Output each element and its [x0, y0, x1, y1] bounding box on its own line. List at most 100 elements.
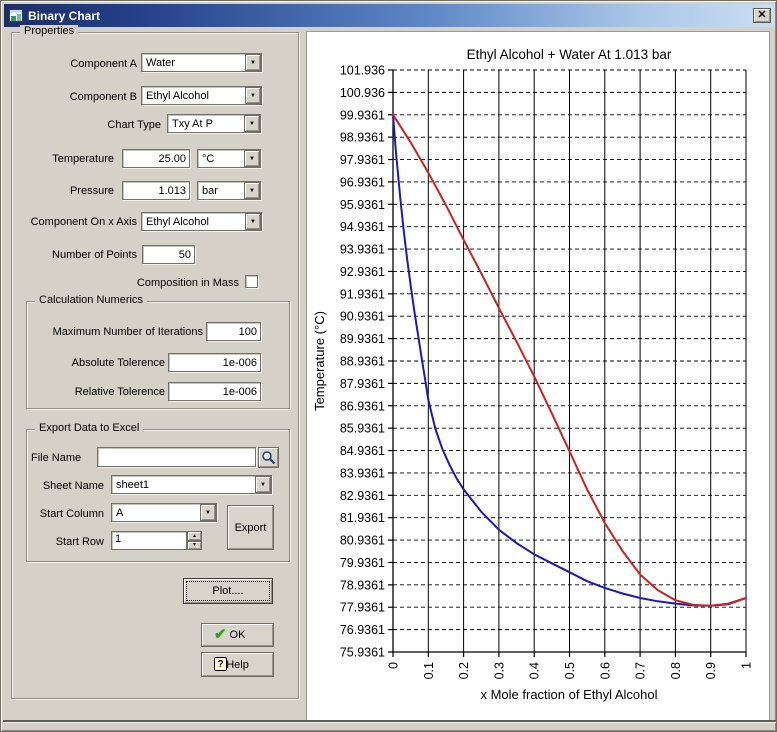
y-tick-label: 92.9361: [340, 265, 385, 279]
number-of-points-label: Number of Points: [21, 249, 137, 261]
start-column-value: A: [112, 507, 200, 519]
y-tick-label: 82.9361: [340, 489, 385, 503]
chevron-down-icon[interactable]: ▼: [255, 476, 271, 493]
check-icon: ✔: [214, 625, 227, 643]
chevron-glyph: ▼: [250, 219, 256, 225]
y-tick-label: 84.9361: [340, 444, 385, 458]
spin-down-icon[interactable]: ▼: [187, 541, 202, 551]
x-tick-label: 0.7: [634, 662, 648, 679]
relative-tolerance-input[interactable]: [168, 382, 261, 401]
y-tick-label: 91.9361: [340, 287, 385, 301]
spin-up-icon[interactable]: ▲: [187, 531, 202, 541]
spin-up-glyph: ▲: [192, 533, 197, 539]
composition-in-mass-checkbox[interactable]: [245, 275, 258, 288]
component-b-select[interactable]: Ethyl Alcohol ▼: [141, 86, 262, 105]
chevron-glyph: ▼: [249, 188, 255, 194]
pressure-unit-select[interactable]: bar ▼: [197, 181, 261, 200]
sheet-name-select[interactable]: sheet1 ▼: [111, 475, 272, 494]
export-button[interactable]: Export: [227, 505, 274, 550]
y-tick-label: 77.9361: [340, 601, 385, 615]
x-tick-label: 0.9: [704, 662, 718, 679]
close-button[interactable]: ✕: [753, 8, 771, 23]
y-tick-label: 89.9361: [340, 332, 385, 346]
help-button[interactable]: ? Help: [201, 652, 274, 677]
chevron-down-icon[interactable]: ▼: [244, 182, 260, 199]
temperature-unit-select[interactable]: °C ▼: [197, 149, 261, 168]
binary-chart-dialog: Binary Chart ✕ Properties Component A Wa…: [0, 0, 777, 732]
number-of-points-input[interactable]: [142, 245, 195, 264]
start-row-label: Start Row: [31, 536, 104, 548]
chevron-down-icon[interactable]: ▼: [245, 54, 261, 71]
y-tick-label: 87.9361: [340, 377, 385, 391]
chevron-glyph: ▼: [205, 510, 211, 516]
pressure-unit-value: bar: [198, 185, 244, 197]
browse-file-button[interactable]: [258, 447, 279, 468]
chevron-glyph: ▼: [250, 93, 256, 99]
y-axis-title: Temperature (°C): [312, 311, 327, 411]
x-tick-label: 0.5: [563, 662, 577, 679]
y-tick-label: 96.9361: [340, 175, 385, 189]
temperature-input[interactable]: [122, 149, 190, 168]
y-tick-label: 99.9361: [340, 108, 385, 122]
y-tick-label: 79.9361: [340, 556, 385, 570]
start-row-spinner[interactable]: 1 ▲ ▼: [111, 531, 202, 550]
y-tick-label: 90.9361: [340, 310, 385, 324]
titlebar[interactable]: Binary Chart ✕: [4, 4, 775, 27]
chevron-down-icon[interactable]: ▼: [200, 504, 216, 521]
chart-type-label: Chart Type: [41, 119, 161, 131]
ok-button-label: OK: [230, 629, 246, 641]
x-axis-component-select[interactable]: Ethyl Alcohol ▼: [141, 212, 262, 231]
x-tick-label: 0.3: [492, 662, 506, 679]
absolute-tolerance-label: Absolute Tolerence: [31, 357, 165, 369]
component-a-select[interactable]: Water ▼: [141, 53, 262, 72]
y-tick-label: 101.936: [340, 64, 385, 78]
max-iterations-input[interactable]: [206, 322, 261, 341]
chart-type-select[interactable]: Txy At P ▼: [167, 114, 261, 133]
properties-legend: Properties: [20, 25, 78, 37]
composition-in-mass-label: Composition in Mass: [101, 277, 239, 289]
component-a-value: Water: [142, 57, 245, 69]
y-tick-label: 98.9361: [340, 131, 385, 145]
relative-tolerance-label: Relative Tolerence: [31, 386, 165, 398]
chevron-down-icon[interactable]: ▼: [244, 115, 260, 132]
chevron-down-icon[interactable]: ▼: [245, 87, 261, 104]
x-tick-label: 0: [387, 662, 401, 669]
start-column-select[interactable]: A ▼: [111, 503, 217, 522]
max-iterations-label: Maximum Number of Iterations: [31, 326, 203, 338]
y-tick-label: 75.9361: [340, 646, 385, 660]
x-tick-label: 1: [740, 662, 754, 669]
pressure-label: Pressure: [21, 185, 114, 197]
spin-down-glyph: ▼: [192, 542, 197, 548]
component-b-value: Ethyl Alcohol: [142, 90, 245, 102]
sheet-name-label: Sheet Name: [31, 480, 104, 492]
help-icon: ?: [214, 657, 227, 671]
y-tick-label: 95.9361: [340, 198, 385, 212]
start-row-value[interactable]: 1: [111, 531, 187, 550]
axis-ticks: [388, 70, 746, 657]
plot-button[interactable]: Plot....: [183, 578, 273, 604]
component-b-label: Component B: [21, 91, 137, 103]
file-name-label: File Name: [31, 452, 93, 464]
y-tick-label: 88.9361: [340, 354, 385, 368]
x-axis-component-label: Component On x Axis: [11, 216, 137, 228]
y-tick-label: 80.9361: [340, 534, 385, 548]
file-name-input[interactable]: [97, 447, 256, 467]
absolute-tolerance-input[interactable]: [168, 353, 261, 372]
pressure-input[interactable]: [122, 181, 190, 200]
chevron-down-icon[interactable]: ▼: [245, 213, 261, 230]
x-tick-label: 0.6: [598, 662, 612, 679]
window-bottom-edge: [3, 720, 776, 722]
chevron-down-icon[interactable]: ▼: [244, 150, 260, 167]
axis-tick-labels: 101.936100.93699.936198.936197.936196.93…: [340, 64, 754, 680]
y-tick-label: 97.9361: [340, 153, 385, 167]
txy-chart: 101.936100.93699.936198.936197.936196.93…: [307, 32, 769, 720]
ok-button[interactable]: ✔ OK: [201, 623, 274, 647]
chevron-glyph: ▼: [260, 482, 266, 488]
y-tick-label: 76.9361: [340, 623, 385, 637]
export-legend: Export Data to Excel: [35, 422, 143, 434]
y-tick-label: 78.9361: [340, 578, 385, 592]
plot-button-label: Plot....: [212, 585, 243, 597]
close-icon: ✕: [757, 9, 766, 21]
temperature-label: Temperature: [21, 153, 114, 165]
start-row-arrows[interactable]: ▲ ▼: [187, 531, 202, 550]
